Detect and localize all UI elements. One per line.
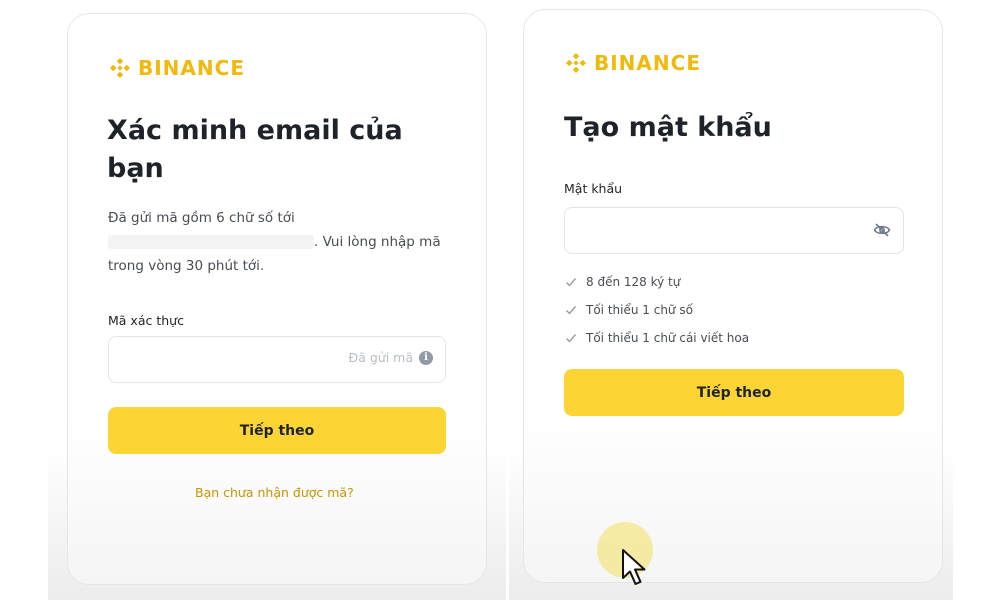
requirement-item: Tối thiểu 1 chữ cái viết hoa: [565, 324, 749, 352]
code-sent-indicator: Đã gửi mã i: [349, 350, 433, 365]
brand-name: BINANCE: [594, 51, 701, 75]
password-label: Mật khẩu: [564, 181, 623, 196]
eye-slash-icon[interactable]: [873, 222, 891, 238]
check-icon: [566, 306, 577, 315]
instructions-line-1: Đã gửi mã gồm 6 chữ số tới: [108, 210, 295, 226]
next-button[interactable]: Tiếp theo: [564, 369, 904, 416]
verify-email-card: BINANCE Xác minh email của bạn Đã gửi mã…: [67, 13, 487, 585]
redacted-email: [108, 235, 314, 249]
instructions-line-3: trong vòng 30 phút tới.: [108, 258, 265, 274]
create-password-panel: BINANCE Tạo mật khẩu Mật khẩu 8 đến 128 …: [509, 0, 953, 600]
resend-code-link[interactable]: Bạn chưa nhận được mã?: [195, 485, 354, 500]
binance-logo-icon: [566, 53, 586, 73]
verification-code-field[interactable]: Đã gửi mã i: [108, 336, 446, 383]
code-label: Mã xác thực: [108, 313, 184, 328]
check-icon: [566, 278, 577, 287]
instructions-text: Đã gửi mã gồm 6 chữ số tới . Vui lòng nh…: [108, 206, 458, 278]
instructions-line-2: . Vui lòng nhập mã: [108, 230, 458, 254]
requirement-text: Tối thiểu 1 chữ cái viết hoa: [586, 331, 750, 345]
password-requirements: 8 đến 128 ký tự Tối thiểu 1 chữ số Tối t…: [565, 268, 749, 352]
binance-logo-icon: [110, 58, 130, 78]
binance-logo: BINANCE: [564, 51, 701, 75]
binance-logo: BINANCE: [108, 56, 245, 80]
password-input[interactable]: [577, 218, 784, 236]
mouse-cursor-icon: [622, 549, 646, 585]
verification-code-input[interactable]: [121, 347, 327, 365]
page-title: Xác minh email của bạn: [107, 115, 403, 184]
instructions-line-2-suffix: . Vui lòng nhập mã: [314, 234, 441, 250]
next-button[interactable]: Tiếp theo: [108, 407, 446, 454]
verify-email-panel: BINANCE Xác minh email của bạn Đã gửi mã…: [48, 0, 506, 600]
check-icon: [566, 334, 577, 343]
requirement-text: 8 đến 128 ký tự: [586, 275, 681, 289]
password-field[interactable]: [564, 207, 904, 254]
brand-name: BINANCE: [138, 56, 245, 80]
requirement-text: Tối thiểu 1 chữ số: [586, 303, 693, 317]
create-password-card: BINANCE Tạo mật khẩu Mật khẩu 8 đến 128 …: [523, 9, 943, 583]
page-title: Tạo mật khẩu: [564, 112, 772, 143]
requirement-item: Tối thiểu 1 chữ số: [565, 296, 749, 324]
info-icon[interactable]: i: [419, 350, 433, 365]
code-sent-label: Đã gửi mã: [348, 350, 413, 365]
requirement-item: 8 đến 128 ký tự: [565, 268, 749, 296]
